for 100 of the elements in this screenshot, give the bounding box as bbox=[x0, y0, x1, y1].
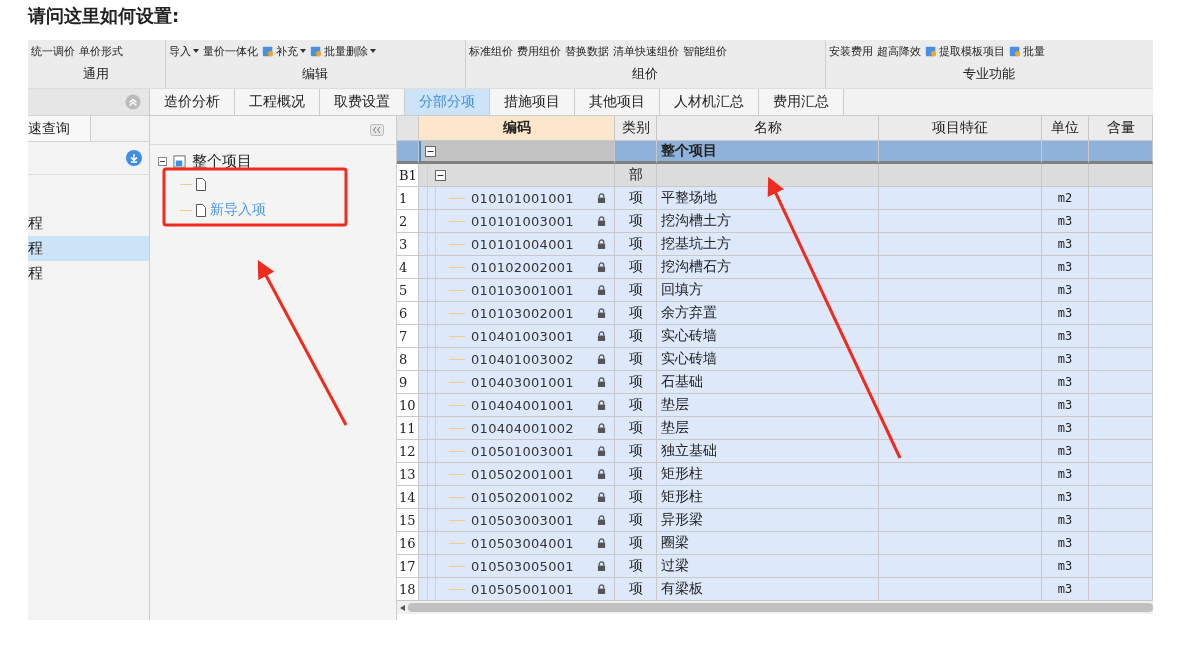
table-cell: 项 bbox=[615, 325, 657, 348]
table-cell: 项 bbox=[615, 187, 657, 210]
caret-icon bbox=[369, 49, 376, 53]
column-header[interactable]: 含量 bbox=[1089, 116, 1153, 141]
toolbar-button[interactable]: 超高降效 bbox=[876, 43, 921, 59]
document-icon[interactable] bbox=[196, 177, 206, 191]
code-cell: 010403001001 bbox=[419, 371, 615, 394]
table-cell: m3 bbox=[1042, 440, 1089, 463]
quick-search-tab[interactable]: 速查询 bbox=[28, 116, 91, 141]
collapse-toggle-icon[interactable] bbox=[425, 145, 436, 157]
tree-node-label[interactable]: 整个项目 bbox=[192, 151, 252, 171]
toolbar-button[interactable]: 替换数据 bbox=[564, 43, 609, 59]
code-cell: 010101001001 bbox=[419, 187, 615, 210]
code-cell: 010102002001 bbox=[419, 256, 615, 279]
tool-icon bbox=[261, 45, 274, 57]
toolbar-button[interactable]: 补充 bbox=[261, 43, 306, 59]
toolbar-button[interactable]: 费用组价 bbox=[516, 43, 561, 59]
caret-icon bbox=[299, 49, 306, 53]
table-cell: 矩形柱 bbox=[657, 463, 879, 486]
horizontal-scrollbar[interactable] bbox=[397, 601, 1153, 614]
table-cell bbox=[1089, 440, 1153, 463]
table-cell: 项 bbox=[615, 210, 657, 233]
code-cell: 010103001001 bbox=[419, 279, 615, 302]
code-cell: 010501003001 bbox=[419, 440, 615, 463]
code-cell: 010401003002 bbox=[419, 348, 615, 371]
row-number: 1 bbox=[397, 187, 419, 210]
toolbar-button[interactable]: 批量删除 bbox=[309, 43, 376, 59]
download-icon[interactable] bbox=[126, 150, 142, 166]
table-cell: 实心砖墙 bbox=[657, 325, 879, 348]
toolbar-button[interactable]: 单价形式 bbox=[79, 43, 123, 59]
column-header[interactable]: 单位 bbox=[1042, 116, 1089, 141]
table-cell: 项 bbox=[615, 440, 657, 463]
table-cell: 过梁 bbox=[657, 555, 879, 578]
table-cell: 项 bbox=[615, 302, 657, 325]
table-cell: 挖沟槽土方 bbox=[657, 210, 879, 233]
toolbar-button[interactable]: 智能组价 bbox=[682, 43, 727, 59]
row-number: B1 bbox=[397, 164, 419, 187]
toolbar-button[interactable]: 量价一体化 bbox=[202, 43, 258, 59]
code-cell: 010502001001 bbox=[419, 463, 615, 486]
row-number: 15 bbox=[397, 509, 419, 532]
table-cell: m3 bbox=[1042, 256, 1089, 279]
project-list-item[interactable]: 程 bbox=[28, 261, 149, 286]
toolbar-button[interactable]: 清单快速组价 bbox=[612, 43, 679, 59]
table-cell bbox=[1089, 486, 1153, 509]
table-cell: 实心砖墙 bbox=[657, 348, 879, 371]
code-cell: 010503005001 bbox=[419, 555, 615, 578]
table-cell bbox=[1089, 371, 1153, 394]
table-cell: 余方弃置 bbox=[657, 302, 879, 325]
table-cell: m3 bbox=[1042, 325, 1089, 348]
table-cell: 整个项目 bbox=[657, 141, 879, 164]
row-number: 3 bbox=[397, 233, 419, 256]
column-header[interactable]: 项目特征 bbox=[879, 116, 1042, 141]
project-list-item[interactable]: 程 bbox=[28, 211, 149, 236]
table-cell: m3 bbox=[1042, 371, 1089, 394]
tool-icon bbox=[924, 45, 937, 57]
toolbar-button[interactable]: 统一调价 bbox=[31, 43, 75, 59]
column-header[interactable]: 类别 bbox=[615, 116, 657, 141]
row-number: 17 bbox=[397, 555, 419, 578]
table-cell: 挖基坑土方 bbox=[657, 233, 879, 256]
table-cell: m3 bbox=[1042, 463, 1089, 486]
column-header[interactable]: 编码 bbox=[419, 116, 615, 141]
row-number: 14 bbox=[397, 486, 419, 509]
table-cell bbox=[1089, 187, 1153, 210]
toolbar-button[interactable]: 标准组价 bbox=[468, 43, 513, 59]
code-cell: 010404001001 bbox=[419, 394, 615, 417]
column-header[interactable]: 名称 bbox=[657, 116, 879, 141]
table-cell: m3 bbox=[1042, 555, 1089, 578]
table-cell: 项 bbox=[615, 555, 657, 578]
table-cell bbox=[1089, 325, 1153, 348]
table-cell bbox=[1042, 141, 1089, 164]
toolbar-button[interactable]: 导入 bbox=[168, 43, 199, 59]
table-cell bbox=[1089, 279, 1153, 302]
table-cell: m3 bbox=[1042, 279, 1089, 302]
table-cell bbox=[1089, 555, 1153, 578]
collapse-panel-icon[interactable] bbox=[370, 124, 384, 136]
table-cell: 部 bbox=[615, 164, 657, 187]
table-cell bbox=[1089, 509, 1153, 532]
question-heading: 请问这里如何设置: bbox=[26, 4, 181, 28]
table-cell: 垫层 bbox=[657, 417, 879, 440]
toolbar-button[interactable]: 安装费用 bbox=[828, 43, 873, 59]
table-cell: 项 bbox=[615, 233, 657, 256]
table-cell bbox=[1089, 256, 1153, 279]
table-cell: m2 bbox=[1042, 187, 1089, 210]
table-cell: m3 bbox=[1042, 348, 1089, 371]
table-cell: 项 bbox=[615, 394, 657, 417]
code-cell: 010401003001 bbox=[419, 325, 615, 348]
group-label: 编辑 bbox=[301, 65, 330, 83]
scroll-left-icon[interactable] bbox=[400, 604, 405, 611]
table-cell bbox=[1042, 164, 1089, 187]
project-list-item[interactable]: 程 bbox=[28, 236, 149, 261]
row-number: 16 bbox=[397, 532, 419, 555]
table-cell bbox=[1089, 233, 1153, 256]
toolbar-button[interactable]: 提取模板项目 bbox=[924, 43, 1005, 59]
document-icon[interactable] bbox=[196, 203, 206, 217]
caret-icon bbox=[192, 49, 199, 53]
table-cell: 项 bbox=[615, 417, 657, 440]
collapse-toggle-icon[interactable] bbox=[435, 169, 446, 181]
toolbar-button[interactable]: 批量 bbox=[1008, 43, 1045, 59]
collapse-toggle-icon[interactable] bbox=[158, 156, 167, 166]
table-cell bbox=[1089, 463, 1153, 486]
